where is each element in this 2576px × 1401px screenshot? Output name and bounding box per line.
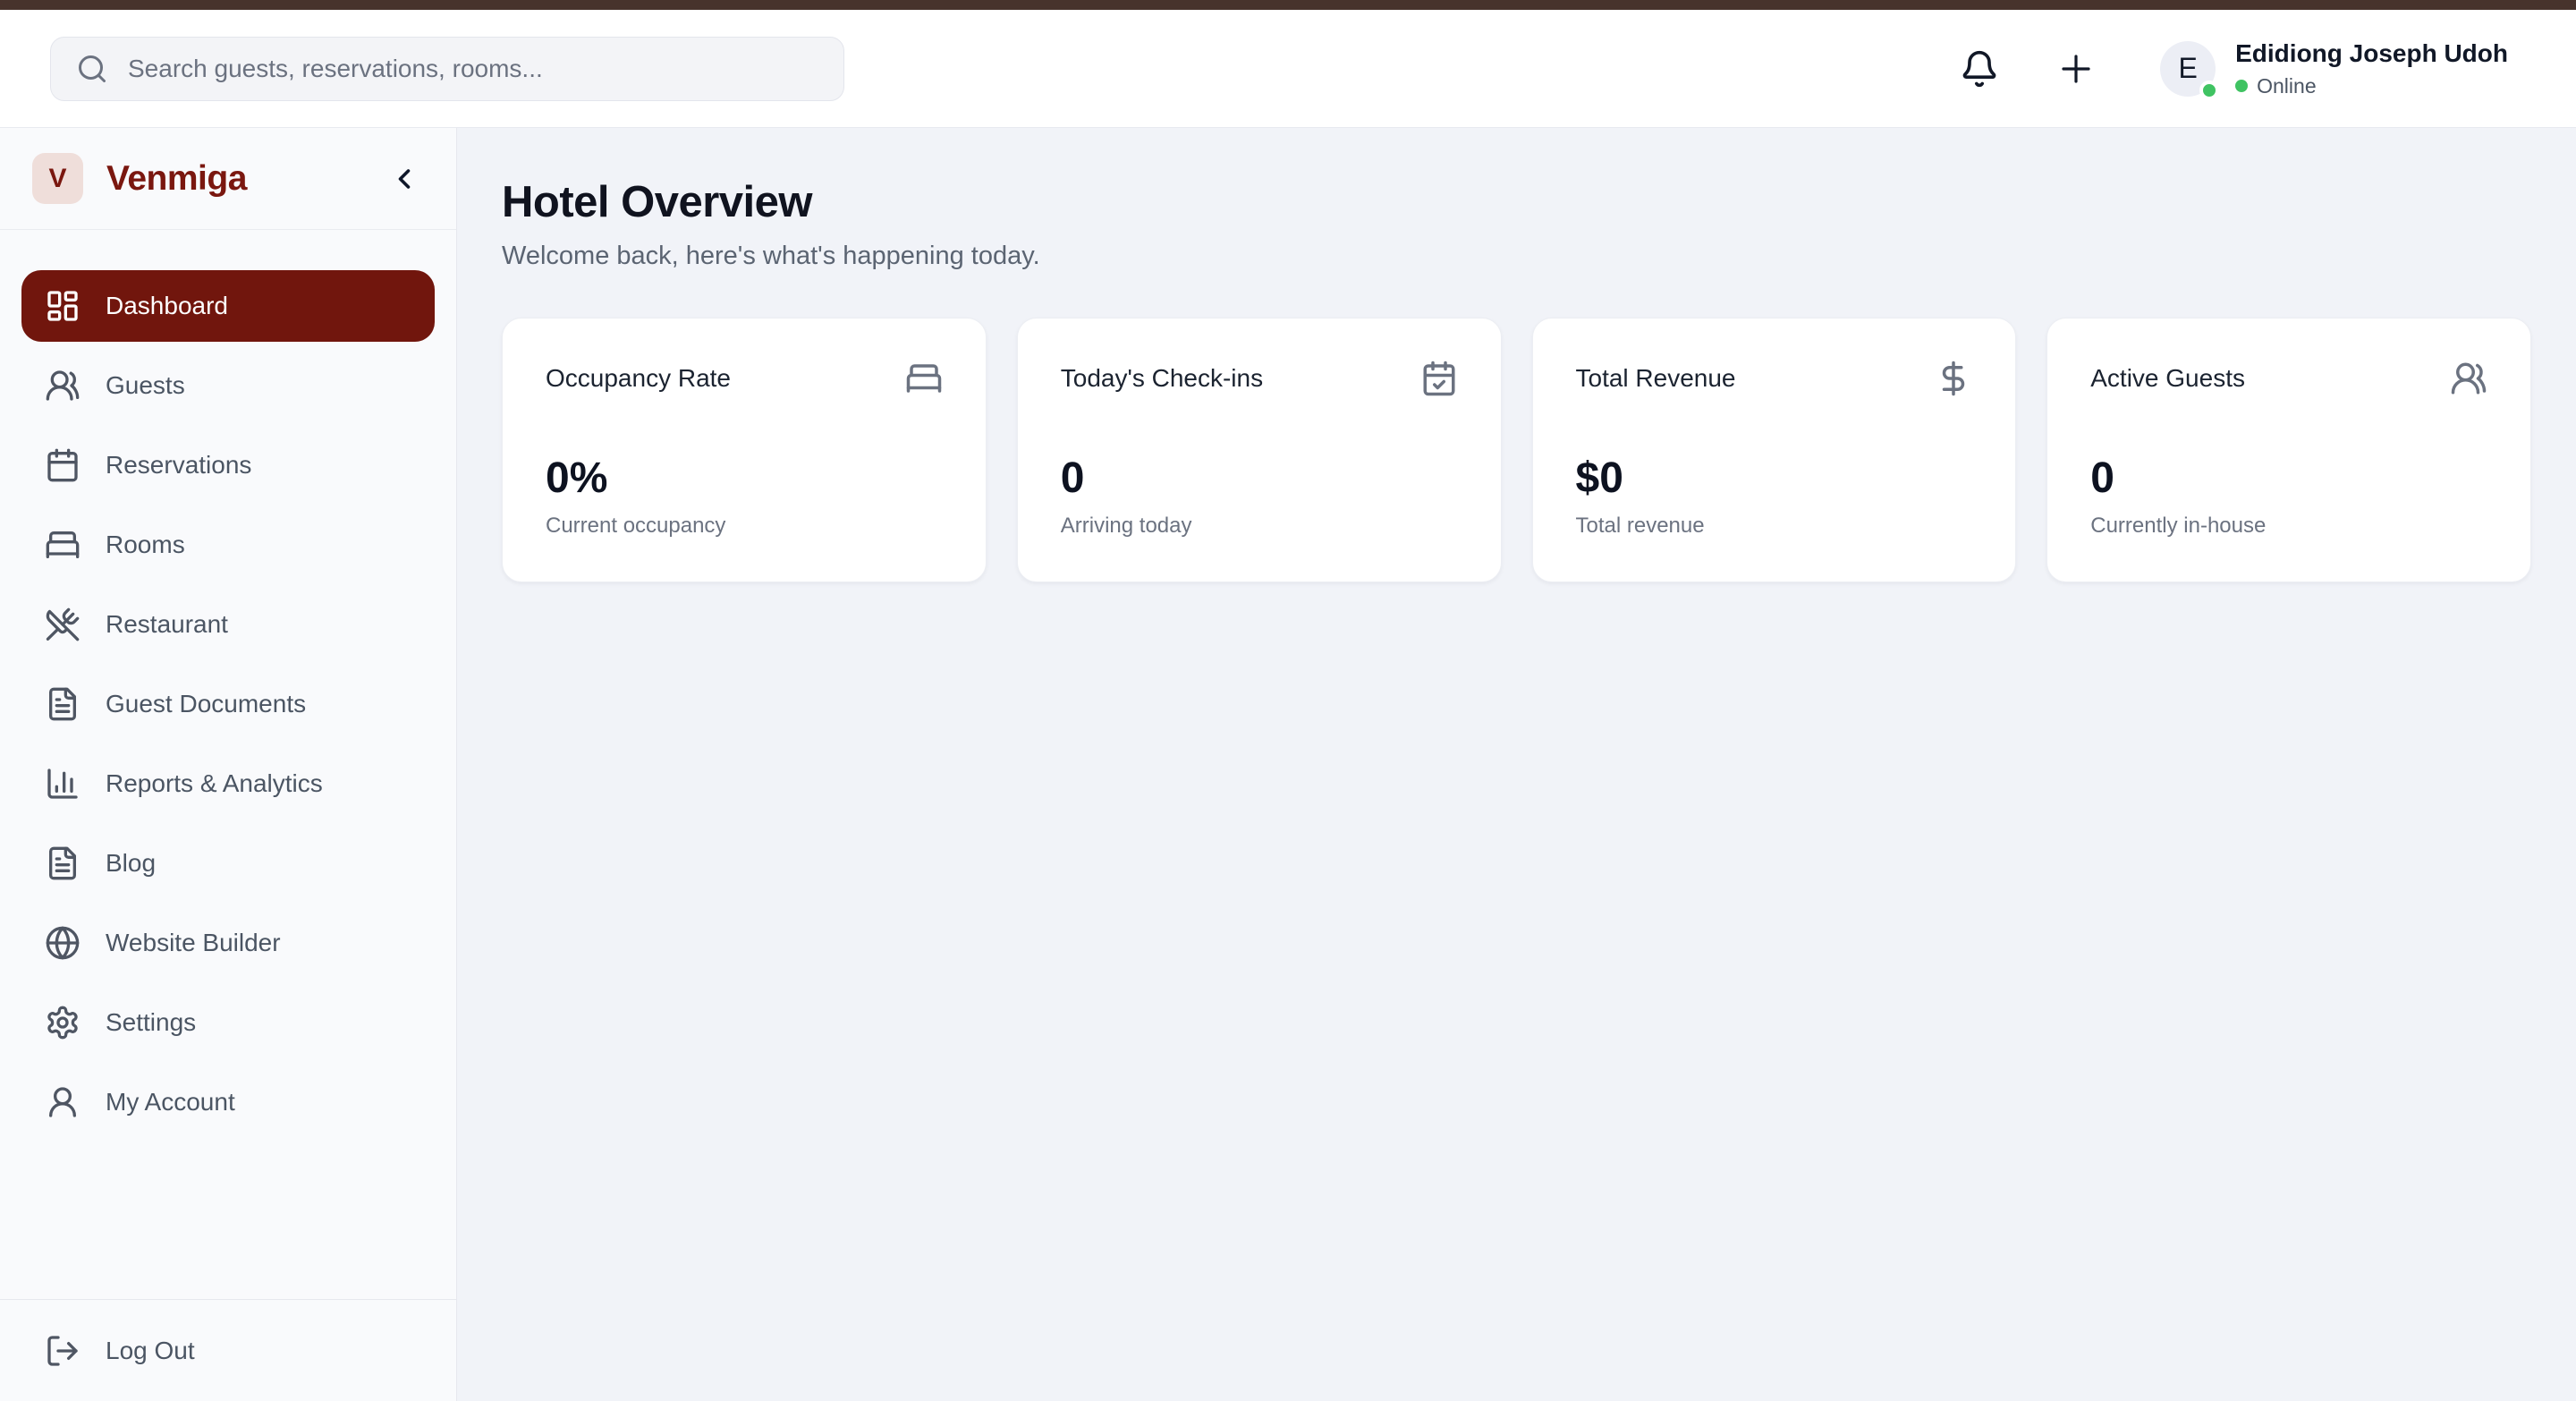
bar-chart-icon: [45, 766, 80, 802]
sidebar-item-reservations[interactable]: Reservations: [21, 429, 435, 501]
sidebar-item-website-builder[interactable]: Website Builder: [21, 907, 435, 979]
logout-button[interactable]: Log Out: [0, 1299, 456, 1401]
bed-icon: [45, 527, 80, 563]
calendar-icon: [45, 447, 80, 483]
browser-top-strip: [0, 0, 2576, 10]
sidebar-item-settings[interactable]: Settings: [21, 987, 435, 1058]
sidebar-item-label: Guests: [106, 371, 185, 400]
sidebar-item-rooms[interactable]: Rooms: [21, 509, 435, 581]
main-content: Hotel Overview Welcome back, here's what…: [457, 128, 2576, 1401]
sidebar-spacer: [0, 1146, 456, 1299]
notifications-button[interactable]: [1960, 49, 1999, 89]
card-title: Occupancy Rate: [546, 364, 731, 393]
card-title: Active Guests: [2090, 364, 2245, 393]
card-title: Total Revenue: [1576, 364, 1736, 393]
search-icon: [76, 53, 108, 85]
sidebar-item-label: Guest Documents: [106, 690, 306, 718]
dashboard-icon: [45, 288, 80, 324]
bell-icon: [1960, 49, 1999, 89]
card-caption: Arriving today: [1061, 514, 1458, 539]
card-value: 0: [1061, 454, 1458, 503]
sidebar: V Venmiga Dashboard Guests Reservations: [0, 128, 457, 1401]
plus-icon: [2055, 47, 2097, 90]
card-title: Today's Check-ins: [1061, 364, 1263, 393]
utensils-crossed-icon: [45, 607, 80, 642]
sidebar-item-restaurant[interactable]: Restaurant: [21, 589, 435, 660]
sidebar-item-label: Blog: [106, 849, 156, 878]
brand-name: Venmiga: [106, 159, 247, 199]
sidebar-item-label: Website Builder: [106, 929, 281, 957]
sidebar-item-label: Reports & Analytics: [106, 769, 323, 798]
sidebar-item-my-account[interactable]: My Account: [21, 1066, 435, 1138]
sidebar-nav: Dashboard Guests Reservations Rooms Rest…: [0, 230, 456, 1146]
stat-cards: Occupancy Rate 0% Current occupancy Toda…: [502, 318, 2531, 582]
online-status-dot: [2235, 80, 2248, 92]
file-text-icon: [45, 845, 80, 881]
sidebar-item-blog[interactable]: Blog: [21, 828, 435, 899]
global-search[interactable]: [50, 37, 844, 101]
sidebar-item-label: Rooms: [106, 531, 185, 559]
top-bar: E Edidiong Joseph Udoh Online: [0, 10, 2576, 128]
card-caption: Current occupancy: [546, 514, 943, 539]
brand-header: V Venmiga: [0, 128, 456, 230]
avatar-online-dot: [2199, 81, 2219, 100]
logout-label: Log Out: [106, 1337, 195, 1365]
page-title: Hotel Overview: [502, 177, 2531, 227]
card-caption: Currently in-house: [2090, 514, 2487, 539]
file-text-icon: [45, 686, 80, 722]
user-info: Edidiong Joseph Udoh Online: [2235, 38, 2508, 98]
user-icon: [45, 1084, 80, 1120]
chevron-left-icon: [388, 163, 420, 195]
sidebar-item-reports-analytics[interactable]: Reports & Analytics: [21, 748, 435, 819]
sidebar-item-label: Settings: [106, 1008, 196, 1037]
sidebar-item-label: Reservations: [106, 451, 251, 480]
sidebar-item-label: Restaurant: [106, 610, 228, 639]
stat-card-occupancy-rate: Occupancy Rate 0% Current occupancy: [502, 318, 987, 582]
stat-card-todays-checkins: Today's Check-ins 0 Arriving today: [1017, 318, 1502, 582]
calendar-check-icon: [1420, 360, 1458, 397]
user-avatar[interactable]: E: [2160, 41, 2216, 97]
users-icon: [45, 368, 80, 403]
card-caption: Total revenue: [1576, 514, 1973, 539]
dollar-icon: [1935, 360, 1972, 397]
users-icon: [2450, 360, 2487, 397]
logout-icon: [45, 1333, 80, 1369]
stat-card-active-guests: Active Guests 0 Currently in-house: [2046, 318, 2531, 582]
search-input[interactable]: [128, 55, 818, 83]
globe-icon: [45, 925, 80, 961]
bed-icon: [905, 360, 943, 397]
card-value: $0: [1576, 454, 1973, 503]
stat-card-total-revenue: Total Revenue $0 Total revenue: [1532, 318, 2017, 582]
sidebar-item-guests[interactable]: Guests: [21, 350, 435, 421]
online-status-label: Online: [2257, 74, 2316, 98]
card-value: 0: [2090, 454, 2487, 503]
sidebar-item-label: My Account: [106, 1088, 235, 1117]
brand-logo: V: [32, 153, 83, 204]
sidebar-item-dashboard[interactable]: Dashboard: [21, 270, 435, 342]
app-root: E Edidiong Joseph Udoh Online V Venmiga: [0, 0, 2576, 1401]
topbar-right-cluster: E Edidiong Joseph Udoh Online: [1960, 38, 2508, 98]
user-status: Online: [2235, 74, 2508, 98]
gear-icon: [45, 1005, 80, 1040]
page-subtitle: Welcome back, here's what's happening to…: [502, 242, 2531, 271]
sidebar-item-label: Dashboard: [106, 292, 228, 320]
sidebar-collapse-button[interactable]: [388, 163, 420, 195]
card-value: 0%: [546, 454, 943, 503]
quick-add-button[interactable]: [2055, 47, 2097, 90]
user-name: Edidiong Joseph Udoh: [2235, 38, 2508, 69]
sidebar-item-guest-documents[interactable]: Guest Documents: [21, 668, 435, 740]
